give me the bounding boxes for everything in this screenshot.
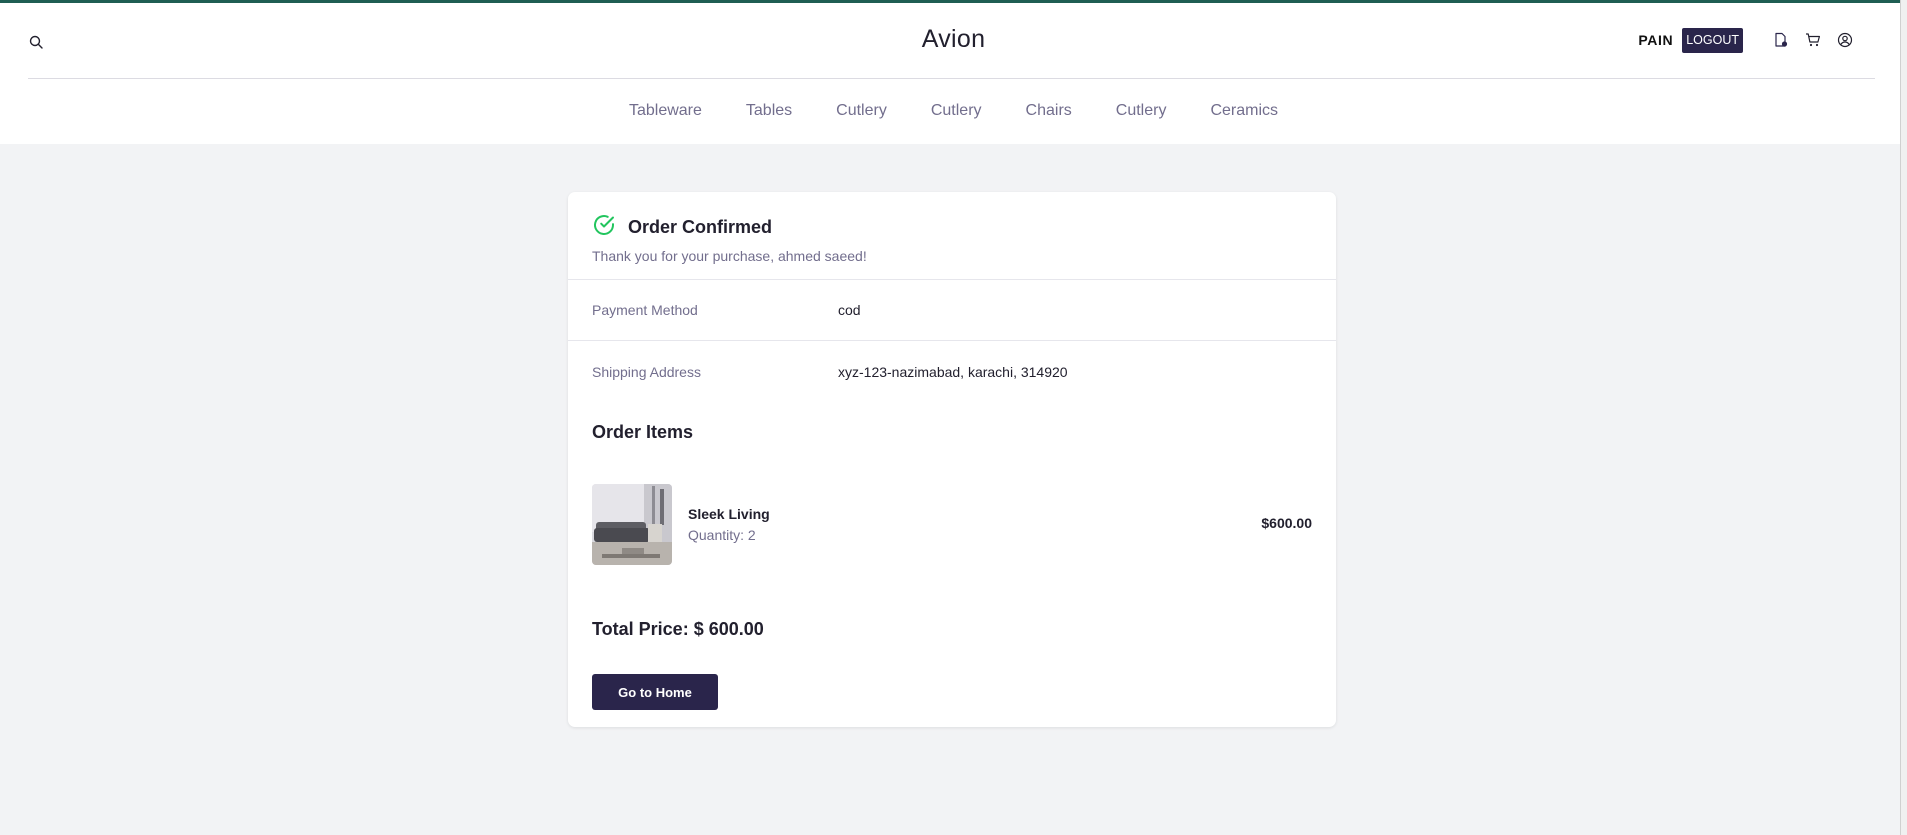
- nav-item-chairs[interactable]: Chairs: [1026, 102, 1072, 120]
- confirmation-title-row: Order Confirmed: [592, 213, 1312, 242]
- cart-icon[interactable]: [1803, 30, 1823, 50]
- shipping-address-value: xyz-123-nazimabad, karachi, 314920: [838, 363, 1068, 380]
- payment-method-value: cod: [838, 302, 861, 318]
- brand-logo[interactable]: Avion: [0, 25, 1907, 54]
- username-label: PAIN: [1638, 32, 1674, 48]
- nav-item-cutlery[interactable]: Cutlery: [836, 102, 887, 120]
- shipping-address-row: Shipping Address xyz-123-nazimabad, kara…: [568, 341, 1336, 402]
- confirmation-header: Order Confirmed Thank you for your purch…: [568, 192, 1336, 280]
- total-price: Total Price: $ 600.00: [592, 619, 764, 639]
- site-header: Avion PAIN LOGOUT Tableware Tables Cutle…: [0, 3, 1907, 144]
- product-price: $600.00: [1261, 515, 1312, 531]
- order-item: Sleek Living Quantity: 2 $600.00: [592, 484, 1312, 565]
- category-nav: Tableware Tables Cutlery Cutlery Chairs …: [0, 102, 1907, 120]
- order-item-info: Sleek Living Quantity: 2: [688, 506, 770, 543]
- nav-item-ceramics[interactable]: Ceramics: [1210, 102, 1278, 120]
- user-account-icon[interactable]: [1835, 30, 1855, 50]
- go-to-home-button[interactable]: Go to Home: [592, 674, 718, 710]
- confirmation-title: Order Confirmed: [628, 217, 773, 237]
- scrollbar-track: [1900, 0, 1901, 835]
- order-confirmation-card: Order Confirmed Thank you for your purch…: [568, 192, 1336, 727]
- nav-item-cutlery[interactable]: Cutlery: [931, 102, 982, 120]
- nav-item-tables[interactable]: Tables: [746, 102, 792, 120]
- nav-item-tableware[interactable]: Tableware: [629, 102, 702, 120]
- nav-item-cutlery[interactable]: Cutlery: [1116, 102, 1167, 120]
- order-doc-icon[interactable]: [1771, 30, 1791, 50]
- payment-method-row: Payment Method cod: [568, 280, 1336, 341]
- product-name[interactable]: Sleek Living: [688, 506, 770, 522]
- page-scrollbar[interactable]: [1900, 0, 1907, 835]
- thank-you-message: Thank you for your purchase, ahmed saeed…: [592, 248, 867, 264]
- product-quantity: Quantity: 2: [688, 527, 756, 543]
- check-circle-icon: [592, 213, 628, 242]
- header-divider: [28, 78, 1875, 79]
- logout-button[interactable]: LOGOUT: [1682, 27, 1743, 53]
- shipping-address-label: Shipping Address: [592, 363, 701, 380]
- product-image: [592, 484, 672, 565]
- order-items-heading: Order Items: [592, 422, 694, 442]
- header-actions: PAIN LOGOUT: [1638, 27, 1855, 53]
- payment-method-label: Payment Method: [592, 302, 698, 318]
